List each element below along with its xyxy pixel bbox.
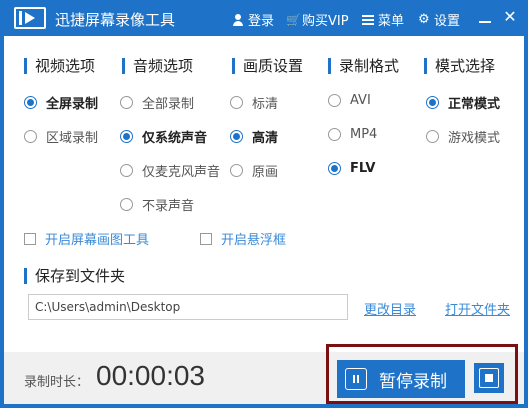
app-logo-icon bbox=[14, 7, 46, 29]
option-label: 游戏模式 bbox=[448, 131, 501, 146]
pause-icon bbox=[345, 368, 367, 390]
minimize-button[interactable] bbox=[476, 8, 496, 28]
option-label: 全屏录制 bbox=[46, 97, 99, 112]
radio-icon bbox=[328, 94, 341, 107]
audio-option-none[interactable]: 不录声音 bbox=[120, 195, 194, 214]
mode-option-normal[interactable]: 正常模式 bbox=[426, 93, 500, 112]
gear-icon: ⚙ bbox=[418, 11, 430, 27]
float-window-checkbox[interactable]: 开启悬浮框 bbox=[200, 229, 286, 248]
radio-icon bbox=[230, 164, 243, 177]
quality-options-heading: 画质设置 bbox=[232, 58, 303, 74]
mode-option-game[interactable]: 游戏模式 bbox=[426, 127, 500, 146]
option-label: 高清 bbox=[252, 131, 279, 146]
stop-icon bbox=[479, 368, 499, 388]
stop-recording-button[interactable] bbox=[474, 363, 504, 393]
menu-button[interactable]: 菜单 bbox=[362, 10, 404, 29]
buy-vip-button[interactable]: 🛒 购买VIP bbox=[286, 10, 349, 30]
recording-duration-label: 录制时长： bbox=[24, 375, 90, 390]
audio-option-system-only[interactable]: 仅系统声音 bbox=[120, 127, 207, 146]
option-label: 原画 bbox=[252, 165, 279, 180]
option-label: 不录声音 bbox=[142, 199, 195, 214]
format-option-mp4[interactable]: MP4 bbox=[328, 127, 377, 142]
minimize-icon bbox=[479, 21, 491, 23]
settings-panel: 视频选项 音频选项 画质设置 录制格式 模式选择 全屏录制 区域录制 全部录制 … bbox=[4, 36, 524, 352]
radio-icon bbox=[120, 164, 133, 177]
option-label: MP4 bbox=[350, 127, 378, 142]
option-label: 全部录制 bbox=[142, 97, 195, 112]
checkbox-label: 开启屏幕画图工具 bbox=[45, 233, 150, 248]
radio-icon bbox=[120, 96, 133, 109]
menu-label: 菜单 bbox=[378, 14, 405, 29]
audio-option-mic-only[interactable]: 仅麦克风声音 bbox=[120, 161, 220, 180]
radio-icon bbox=[328, 128, 341, 141]
radio-icon bbox=[120, 198, 133, 211]
settings-button[interactable]: ⚙ 设置 bbox=[418, 10, 461, 30]
close-button[interactable]: ✕ bbox=[500, 8, 520, 28]
pause-recording-label: 暂停录制 bbox=[379, 371, 447, 392]
quality-option-original[interactable]: 原画 bbox=[230, 161, 278, 180]
radio-icon bbox=[24, 130, 37, 143]
brush-tool-checkbox[interactable]: 开启屏幕画图工具 bbox=[24, 229, 149, 248]
checkbox-label: 开启悬浮框 bbox=[221, 233, 287, 248]
video-option-fullscreen[interactable]: 全屏录制 bbox=[24, 93, 98, 112]
login-label: 登录 bbox=[248, 14, 275, 29]
format-option-flv[interactable]: FLV bbox=[328, 161, 375, 176]
radio-icon bbox=[426, 130, 439, 143]
format-options-heading: 录制格式 bbox=[328, 58, 399, 74]
mode-options-heading: 模式选择 bbox=[424, 58, 495, 74]
option-label: 仅麦克风声音 bbox=[142, 165, 221, 180]
radio-icon bbox=[426, 96, 439, 109]
save-folder-heading: 保存到文件夹 bbox=[24, 268, 125, 284]
close-icon: ✕ bbox=[503, 7, 517, 26]
menu-icon bbox=[362, 14, 374, 26]
option-label: FLV bbox=[350, 161, 376, 176]
app-title: 迅捷屏幕录像工具 bbox=[55, 11, 176, 29]
option-label: 仅系统声音 bbox=[142, 131, 208, 146]
audio-option-all[interactable]: 全部录制 bbox=[120, 93, 194, 112]
login-button[interactable]: 登录 bbox=[232, 10, 274, 29]
option-label: AVI bbox=[350, 93, 371, 108]
checkbox-icon bbox=[200, 232, 212, 245]
cart-icon: 🛒 bbox=[286, 12, 301, 27]
change-directory-link[interactable]: 更改目录 bbox=[364, 299, 416, 318]
pause-recording-button[interactable]: 暂停录制 bbox=[337, 360, 465, 398]
video-option-region[interactable]: 区域录制 bbox=[24, 127, 98, 146]
option-label: 正常模式 bbox=[448, 97, 501, 112]
user-icon bbox=[232, 13, 244, 26]
open-folder-link[interactable]: 打开文件夹 bbox=[445, 299, 510, 318]
format-option-avi[interactable]: AVI bbox=[328, 93, 371, 108]
option-label: 区域录制 bbox=[46, 131, 99, 146]
checkbox-icon bbox=[24, 232, 36, 245]
settings-label: 设置 bbox=[434, 14, 461, 29]
radio-icon bbox=[230, 96, 243, 109]
save-path-field[interactable]: C:\Users\admin\Desktop bbox=[28, 294, 348, 320]
quality-option-sd[interactable]: 标清 bbox=[230, 93, 278, 112]
option-label: 标清 bbox=[252, 97, 279, 112]
audio-options-heading: 音频选项 bbox=[122, 58, 193, 74]
radio-icon bbox=[24, 96, 37, 109]
video-options-heading: 视频选项 bbox=[24, 58, 95, 74]
radio-icon bbox=[328, 162, 341, 175]
quality-option-hd[interactable]: 高清 bbox=[230, 127, 278, 146]
recording-duration-value: 00:00:03 bbox=[96, 360, 205, 391]
buy-vip-label: 购买VIP bbox=[302, 14, 349, 29]
radio-icon bbox=[120, 130, 133, 143]
title-bar: 迅捷屏幕录像工具 登录 🛒 购买VIP 菜单 ⚙ 设置 ✕ bbox=[0, 0, 528, 36]
radio-icon bbox=[230, 130, 243, 143]
